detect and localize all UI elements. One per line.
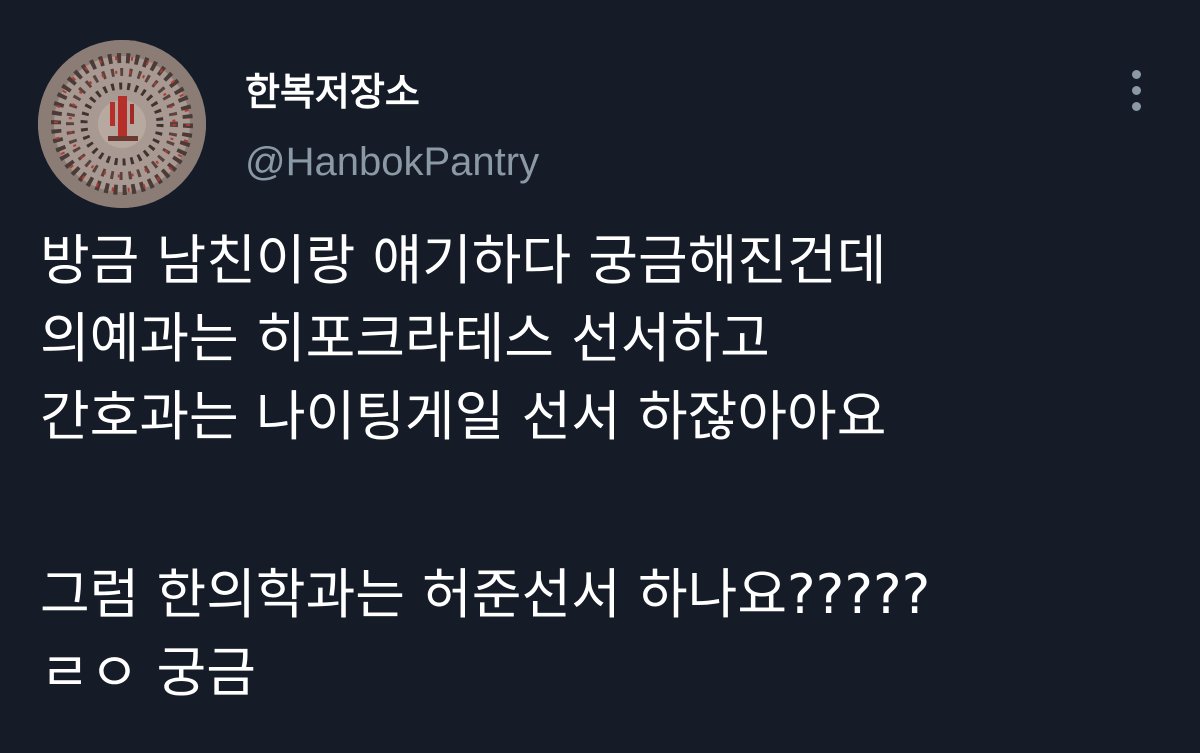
tweet-text-line: ㄹㅇ 궁금	[40, 641, 256, 704]
tweet-text: 방금 남친이랑 얘기하다 궁금해진건데 의예과는 히포크라테스 선서하고 간호과…	[40, 222, 1170, 712]
avatar-image	[38, 40, 206, 208]
tweet-text-line: 그럼 한의학과는 허준선서 하나요?????	[40, 563, 931, 626]
user-handle[interactable]: @HanbokPantry	[245, 138, 539, 186]
tweet-text-blank-line	[40, 456, 1170, 556]
display-name[interactable]: 한복저장소	[245, 68, 420, 116]
tweet: 한복저장소 @HanbokPantry 방금 남친이랑 얘기하다 궁금해진건데 …	[0, 0, 1200, 753]
more-options-button[interactable]	[1120, 66, 1154, 114]
tweet-text-line: 간호과는 나이팅게일 선서 하잖아아요	[40, 385, 887, 448]
avatar[interactable]	[38, 40, 206, 208]
tweet-text-line: 방금 남친이랑 얘기하다 궁금해진건데	[40, 229, 887, 292]
tweet-text-line: 의예과는 히포크라테스 선서하고	[40, 307, 770, 370]
